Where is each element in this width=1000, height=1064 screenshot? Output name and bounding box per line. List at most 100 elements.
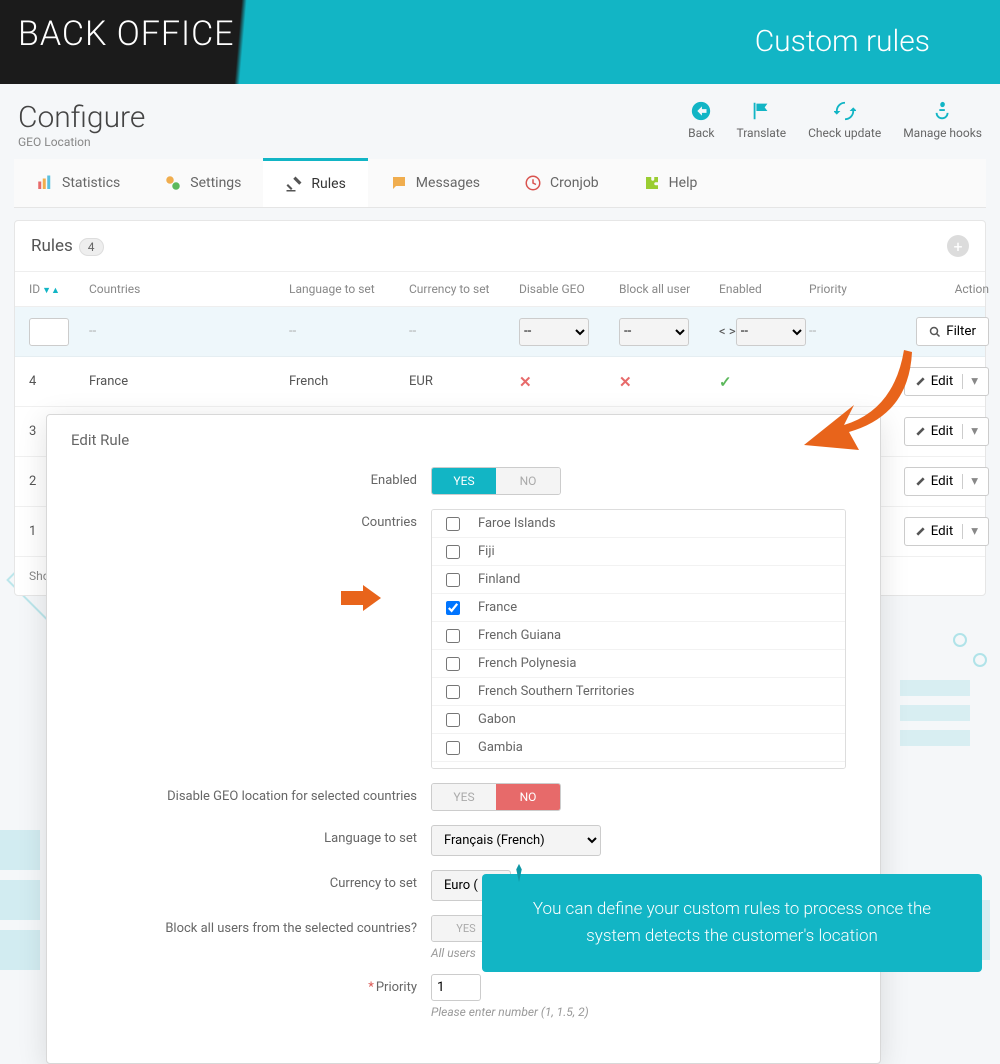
country-name: French Polynesia	[478, 656, 576, 671]
page-title-block: Configure GEO Location	[18, 100, 145, 149]
cross-icon: ✕	[619, 373, 719, 391]
chat-icon	[390, 174, 408, 192]
top-banner: BACK OFFICE Custom rules	[0, 0, 1000, 84]
filter-dash: --	[89, 324, 289, 339]
back-button[interactable]: Back	[688, 100, 714, 140]
caret-down-icon: ▾	[962, 474, 978, 489]
pencil-icon	[915, 376, 926, 387]
tab-rules[interactable]: Rules	[263, 158, 367, 207]
add-rule-button[interactable]: +	[947, 235, 969, 257]
tab-help[interactable]: Help	[621, 159, 720, 207]
col-enabled[interactable]: Enabled	[719, 282, 809, 296]
anchor-icon	[932, 100, 954, 122]
caret-down-icon: ▾	[962, 374, 978, 389]
priority-input[interactable]	[431, 974, 481, 1001]
page-subtitle: GEO Location	[18, 135, 145, 149]
annotation-arrow-big	[794, 340, 914, 460]
hooks-label: Manage hooks	[903, 126, 982, 140]
edit-button[interactable]: Edit▾	[904, 517, 989, 546]
col-priority[interactable]: Priority	[809, 282, 879, 296]
clock-icon	[524, 174, 542, 192]
block-label: Block all users from the selected countr…	[71, 915, 431, 936]
check-update-button[interactable]: Check update	[808, 100, 881, 140]
country-checkbox[interactable]	[446, 629, 460, 643]
country-item[interactable]: Faroe Islands	[432, 510, 845, 538]
edit-button[interactable]: Edit▾	[904, 367, 989, 396]
disable-geo-label: Disable GEO location for selected countr…	[71, 783, 431, 804]
banner-title: Custom rules	[755, 24, 930, 59]
panel-title: Rules4	[31, 236, 104, 256]
edit-button[interactable]: Edit▾	[904, 417, 989, 446]
country-checkbox[interactable]	[446, 545, 460, 559]
country-checkbox[interactable]	[446, 517, 460, 531]
country-item[interactable]: French Guiana	[432, 622, 845, 650]
country-name: Finland	[478, 572, 520, 587]
col-block[interactable]: Block all user	[619, 282, 719, 296]
country-name: Fiji	[478, 544, 495, 559]
priority-label: *Priority	[71, 974, 431, 995]
priority-hint: Please enter number (1, 1.5, 2)	[431, 1005, 856, 1019]
check-label: Check update	[808, 126, 881, 140]
country-checkbox[interactable]	[446, 713, 460, 727]
country-name: French Southern Territories	[478, 684, 634, 699]
pencil-icon	[915, 426, 926, 437]
edit-button[interactable]: Edit▾	[904, 467, 989, 496]
col-lang[interactable]: Language to set	[289, 282, 409, 296]
country-name: Gambia	[478, 740, 523, 755]
col-id[interactable]: ID▼▲	[29, 282, 89, 296]
tab-messages[interactable]: Messages	[368, 159, 502, 207]
currency-label: Currency to set	[71, 870, 431, 891]
filter-disable-select[interactable]: --	[519, 318, 589, 346]
col-countries[interactable]: Countries	[89, 282, 289, 296]
search-icon	[929, 326, 941, 338]
filter-block-select[interactable]: --	[619, 318, 689, 346]
col-curr[interactable]: Currency to set	[409, 282, 519, 296]
country-checkbox[interactable]	[446, 769, 460, 770]
country-name: Georgia	[478, 768, 523, 769]
cross-icon: ✕	[519, 373, 619, 391]
modal-title: Edit Rule	[71, 431, 856, 449]
gears-icon	[164, 174, 182, 192]
brand-label: BACK OFFICE	[18, 14, 235, 54]
country-item[interactable]: Finland	[432, 566, 845, 594]
country-item[interactable]: Fiji	[432, 538, 845, 566]
enabled-toggle[interactable]: YESNO	[431, 467, 561, 495]
country-name: French Guiana	[478, 628, 561, 643]
country-item[interactable]: French Southern Territories	[432, 678, 845, 706]
country-item[interactable]: Gabon	[432, 706, 845, 734]
disable-geo-toggle[interactable]: YESNO	[431, 783, 561, 811]
tab-cronjob[interactable]: Cronjob	[502, 159, 621, 207]
manage-hooks-button[interactable]: Manage hooks	[903, 100, 982, 140]
language-select[interactable]: Français (French)	[431, 825, 601, 856]
country-item[interactable]: France	[432, 594, 845, 622]
country-checkbox[interactable]	[446, 573, 460, 587]
pencil-icon	[915, 476, 926, 487]
table-header: ID▼▲ Countries Language to set Currency …	[15, 272, 985, 307]
tab-statistics[interactable]: Statistics	[14, 159, 142, 207]
country-name: France	[478, 600, 517, 615]
gavel-icon	[285, 175, 303, 193]
country-checkbox[interactable]	[446, 657, 460, 671]
module-tabs: Statistics Settings Rules Messages Cronj…	[14, 159, 986, 208]
country-item[interactable]: Gambia	[432, 734, 845, 762]
col-disable[interactable]: Disable GEO	[519, 282, 619, 296]
countries-listbox[interactable]: Faroe Islands Fiji Finland France French Gui…	[431, 509, 846, 769]
col-action: Action	[879, 282, 989, 296]
back-icon	[690, 100, 712, 122]
country-item[interactable]: French Polynesia	[432, 650, 845, 678]
tab-settings[interactable]: Settings	[142, 159, 263, 207]
puzzle-icon	[643, 174, 661, 192]
page-title: Configure	[18, 100, 145, 135]
annotation-arrow-small	[341, 585, 381, 611]
country-item[interactable]: Georgia	[432, 762, 845, 769]
filter-id-input[interactable]	[29, 318, 69, 346]
rules-count-badge: 4	[79, 238, 104, 256]
pencil-icon	[915, 526, 926, 537]
bars-icon	[36, 174, 54, 192]
caret-down-icon: ▾	[962, 524, 978, 539]
country-checkbox[interactable]	[446, 685, 460, 699]
country-checkbox[interactable]	[446, 741, 460, 755]
filter-button[interactable]: Filter	[916, 317, 989, 346]
country-checkbox[interactable]	[446, 601, 460, 615]
translate-button[interactable]: Translate	[736, 100, 786, 140]
